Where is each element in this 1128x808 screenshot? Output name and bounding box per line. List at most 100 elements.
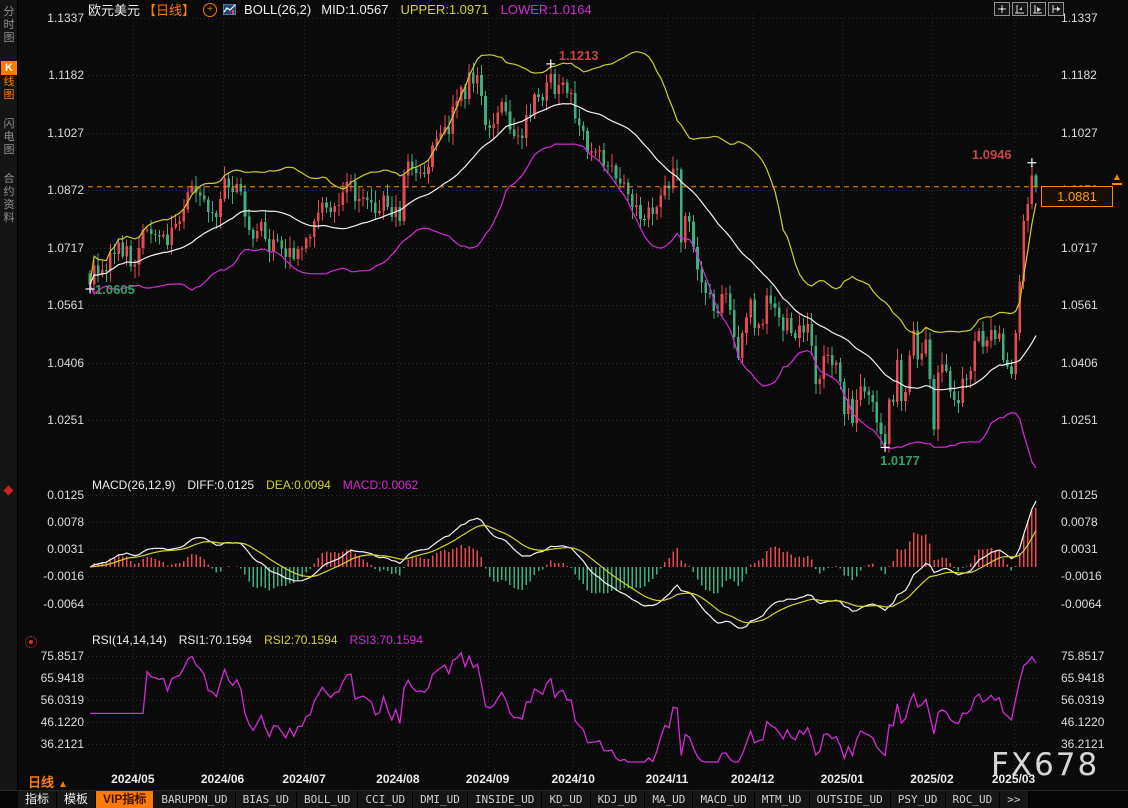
price-chart-canvas[interactable] [0,0,1128,790]
bottom-tab-MTM_UD[interactable]: MTM_UD [755,791,810,808]
y-axis-tick-left: 46.1220 [20,715,84,729]
y-axis-tick-right: 1.0406 [1061,356,1127,370]
y-axis-tick-right: 65.9418 [1061,671,1127,685]
rsi2-value: RSI2:70.1594 [264,633,337,647]
last-price-value: 1.0881 [1057,189,1097,204]
bottom-tab-MACD_UD[interactable]: MACD_UD [693,791,754,808]
y-axis-tick-left: 75.8517 [20,649,84,663]
boll-mid-value: MID:1.0567 [321,2,388,17]
y-axis-tick-left: 1.1337 [20,11,84,25]
rsi-settings-icon[interactable] [25,636,37,648]
pan-right-icon[interactable] [1048,2,1064,16]
rsi-params-label: RSI(14,14,14) [92,633,167,647]
bottom-tab-DMI_UD[interactable]: DMI_UD [413,791,468,808]
mini-chart-icon [223,4,236,15]
x-axis-label: 2024/05 [101,772,165,786]
y-axis-tick-left: 36.2121 [20,737,84,751]
y-axis-tick-right: 0.0078 [1061,515,1127,529]
bottom-tab-指标[interactable]: 指标 [18,791,57,808]
bottom-tab->>[interactable]: >> [1000,791,1028,808]
y-axis-tick-left: -0.0016 [20,569,84,583]
y-axis-tick-right: 1.0561 [1061,298,1127,312]
bottom-tab-CCI_UD[interactable]: CCI_UD [358,791,413,808]
period-selector-label: 日线 [28,775,54,790]
x-axis-label: 2025/01 [810,772,874,786]
x-axis-label: 2024/10 [541,772,605,786]
symbol-name: 欧元美元 [88,0,140,19]
scroll-to-latest-icon[interactable]: ▲ [1112,173,1122,185]
macd-params-label: MACD(26,12,9) [92,478,175,492]
period-tag: 【日线】 [143,0,195,19]
y-axis-tick-left: 65.9418 [20,671,84,685]
macd-label-row: MACD(26,12,9) DIFF:0.0125 DEA:0.0094 MAC… [92,478,418,492]
y-axis-tick-left: -0.0064 [20,597,84,611]
y-axis-tick-left: 0.0078 [20,515,84,529]
compare-add-icon[interactable]: + [203,3,217,17]
crosshair-icon[interactable] [994,2,1010,16]
bottom-tab-模板[interactable]: 模板 [57,791,96,808]
y-axis-tick-left: 1.0872 [20,183,84,197]
bottom-tab-BIAS_UD[interactable]: BIAS_UD [236,791,297,808]
y-axis-tick-left: 1.0406 [20,356,84,370]
macd-dea-value: DEA:0.0094 [266,478,331,492]
x-axis-label: 2025/02 [900,772,964,786]
y-axis-tick-left: 1.0717 [20,241,84,255]
x-axis-label: 2024/11 [635,772,699,786]
y-axis-tick-left: 1.1182 [20,68,84,82]
watermark-logo: FX678 [991,747,1099,783]
sidebar-tab-分时图[interactable]: 分时图 [0,6,18,45]
period-selector[interactable]: 日线 ▲ [28,772,68,791]
rsi-label-row: RSI(14,14,14) RSI1:70.1594 RSI2:70.1594 … [92,633,423,647]
price-annotation: 1.0605 [95,282,135,297]
macd-diff-value: DIFF:0.0125 [187,478,254,492]
y-axis-tick-left: 56.0319 [20,693,84,707]
y-axis-tick-right: 0.0031 [1061,542,1127,556]
y-axis-tick-left: 1.1027 [20,126,84,140]
bottom-tab-ROC_UD[interactable]: ROC_UD [946,791,1001,808]
y-axis-tick-right: 75.8517 [1061,649,1127,663]
bottom-tab-PSY_UD[interactable]: PSY_UD [891,791,946,808]
y-axis-tick-right: 1.1182 [1061,68,1127,82]
trading-app-window: 分时图 K线图闪电图合约资料 欧元美元 【日线】 + BOLL(26,2) MID… [0,0,1128,808]
y-axis-tick-right: 1.0717 [1061,241,1127,255]
x-axis-label: 2024/06 [191,772,255,786]
sidebar-tab-K线图[interactable]: K线图 [0,61,18,102]
y-axis-tick-right: 46.1220 [1061,715,1127,729]
y-axis-tick-right: -0.0016 [1061,569,1127,583]
boll-upper-value: UPPER:1.0971 [400,2,488,17]
y-axis-tick-left: 0.0125 [20,488,84,502]
y-axis-tick-left: 0.0031 [20,542,84,556]
y-axis-tick-right: 0.0125 [1061,488,1127,502]
bottom-tab-OUTSIDE_UD[interactable]: OUTSIDE_UD [810,791,891,808]
bottom-tab-INSIDE_UD[interactable]: INSIDE_UD [468,791,543,808]
chart-tool-buttons [994,2,1064,16]
last-price-label: 1.0881 [1041,186,1113,207]
sidebar-tab-闪电图[interactable]: 闪电图 [0,118,18,157]
chart-header: 欧元美元 【日线】 + BOLL(26,2) MID:1.0567 UPPER:… [88,2,592,17]
chevron-up-icon: ▲ [58,779,68,790]
boll-params-label: BOLL(26,2) [244,2,311,17]
rsi1-value: RSI1:70.1594 [179,633,252,647]
bottom-tab-KD_UD[interactable]: KD_UD [542,791,590,808]
y-axis-tick-right: -0.0064 [1061,597,1127,611]
indicator-toolbar: 指标模板VIP指标BARUPDN_UDBIAS_UDBOLL_UDCCI_UDD… [0,790,1128,808]
macd-macd-value: MACD:0.0062 [343,478,418,492]
boll-lower-value: LOWER:1.0164 [501,2,592,17]
y-axis-scale-icon[interactable] [1012,2,1028,16]
y-axis-tick-right: 1.1337 [1061,11,1127,25]
auto-scroll-icon[interactable] [1030,2,1046,16]
bottom-tab-BARUPDN_UD[interactable]: BARUPDN_UD [154,791,235,808]
x-axis-label: 2024/09 [456,772,520,786]
left-sidebar: 分时图 K线图闪电图合约资料 [0,0,18,790]
bottom-tab-VIP指标[interactable]: VIP指标 [96,791,154,808]
bottom-tab-MA_UD[interactable]: MA_UD [645,791,693,808]
sidebar-tab-合约资料[interactable]: 合约资料 [0,173,18,225]
y-axis-tick-left: 1.0561 [20,298,84,312]
x-axis-label: 2024/07 [272,772,336,786]
bottom-tab-KDJ_UD[interactable]: KDJ_UD [591,791,646,808]
x-axis-label: 2024/08 [366,772,430,786]
bottom-tab-BOLL_UD[interactable]: BOLL_UD [297,791,358,808]
y-axis-tick-right: 1.0251 [1061,413,1127,427]
price-annotation: 1.0177 [880,453,920,468]
x-axis-label: 2024/12 [721,772,785,786]
